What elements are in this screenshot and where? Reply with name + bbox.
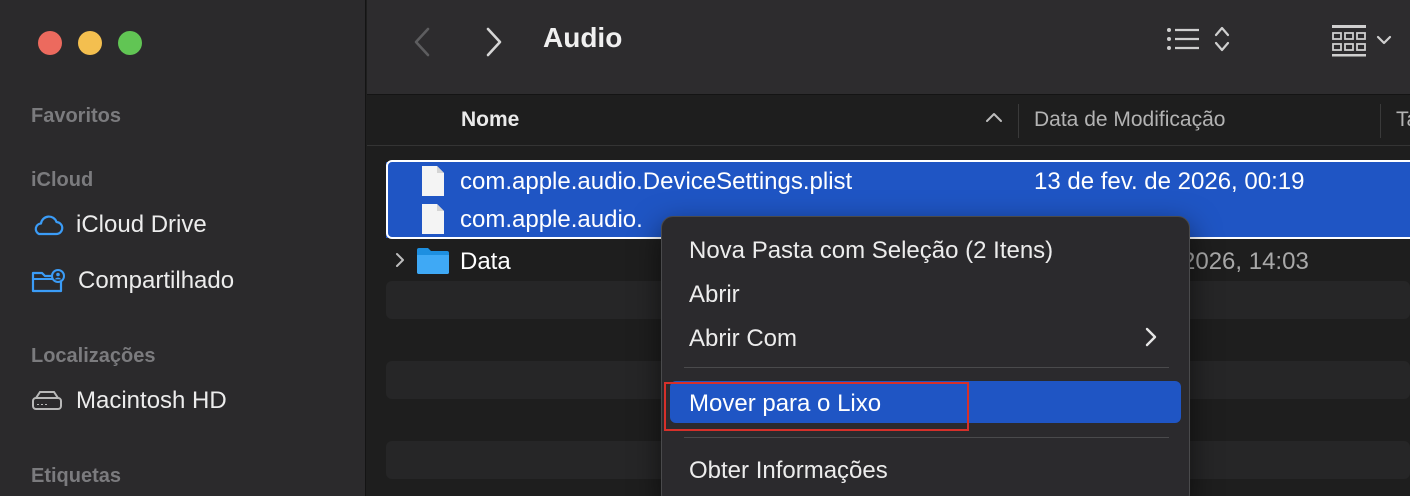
- menu-item-new-folder-with-selection[interactable]: Nova Pasta com Seleção (2 Itens): [670, 228, 1181, 270]
- hard-drive-icon: [30, 389, 64, 413]
- close-window-button[interactable]: [38, 31, 62, 55]
- chevron-right-icon: [486, 27, 502, 57]
- group-view-button[interactable]: [1330, 22, 1392, 58]
- menu-item-label: Abrir Com: [689, 325, 798, 352]
- folder-icon: [416, 247, 450, 280]
- file-date: 2026, 14:03: [1182, 248, 1309, 275]
- column-divider[interactable]: [1380, 104, 1381, 138]
- sidebar-item-label: iCloud Drive: [76, 211, 207, 238]
- menu-item-label: Nova Pasta com Seleção (2 Itens): [689, 237, 1054, 264]
- context-menu: Nova Pasta com Seleção (2 Itens) Abrir A…: [661, 216, 1190, 496]
- sort-updown-icon: [1214, 26, 1230, 52]
- file-name: Data: [460, 248, 511, 275]
- menu-item-get-info[interactable]: Obter Informações: [670, 448, 1181, 490]
- chevron-left-icon: [414, 27, 430, 57]
- minimize-window-button[interactable]: [78, 31, 102, 55]
- toolbar: Audio: [367, 0, 1410, 95]
- sidebar: Favoritos iCloud iCloud Drive Compartilh…: [0, 0, 366, 496]
- window-title: Audio: [543, 22, 623, 53]
- sort-ascending-icon[interactable]: [985, 110, 1003, 129]
- sidebar-item-label: Compartilhado: [78, 267, 235, 294]
- menu-item-label: Obter Informações: [689, 457, 888, 484]
- column-header: Nome Data de Modificação Ta: [367, 96, 1410, 146]
- back-button[interactable]: [407, 22, 437, 62]
- cloud-icon: [30, 213, 64, 237]
- annotation-highlight-box: [664, 382, 969, 431]
- sidebar-section-favorites[interactable]: Favoritos: [31, 105, 121, 128]
- submenu-chevron-icon: [1145, 327, 1157, 352]
- list-view-icon: [1167, 28, 1199, 50]
- shared-folder-icon: [30, 267, 66, 295]
- sidebar-item-icloud-drive[interactable]: iCloud Drive: [30, 207, 207, 243]
- menu-item-label: Abrir: [689, 281, 740, 308]
- zoom-window-button[interactable]: [118, 31, 142, 55]
- column-size[interactable]: Ta: [1396, 108, 1410, 132]
- list-view-options-button[interactable]: [1165, 24, 1231, 54]
- grid-view-icon: [1332, 25, 1366, 57]
- column-name[interactable]: Nome: [461, 108, 519, 132]
- column-date-modified[interactable]: Data de Modificação: [1034, 108, 1225, 132]
- forward-button[interactable]: [479, 22, 509, 62]
- disclosure-chevron-icon[interactable]: [394, 251, 406, 274]
- menu-separator: [684, 367, 1169, 368]
- chevron-down-icon: [1376, 35, 1392, 45]
- sidebar-item-label: Macintosh HD: [76, 387, 227, 414]
- sidebar-section-locations[interactable]: Localizações: [31, 345, 156, 368]
- column-divider[interactable]: [1018, 104, 1019, 138]
- sidebar-item-shared[interactable]: Compartilhado: [30, 263, 234, 299]
- sidebar-section-icloud[interactable]: iCloud: [31, 169, 93, 192]
- menu-separator: [684, 437, 1169, 438]
- sidebar-section-tags[interactable]: Etiquetas: [31, 465, 121, 488]
- menu-item-open-with[interactable]: Abrir Com: [670, 316, 1181, 358]
- sidebar-item-macintosh-hd[interactable]: Macintosh HD: [30, 383, 227, 419]
- menu-item-open[interactable]: Abrir: [670, 272, 1181, 314]
